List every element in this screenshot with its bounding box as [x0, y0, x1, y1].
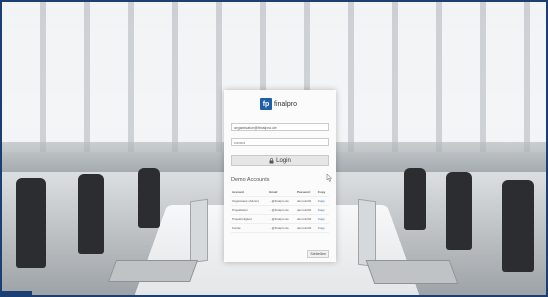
chair — [404, 168, 426, 230]
copy-button[interactable]: Copy — [316, 214, 329, 224]
table-header: Account — [231, 188, 269, 197]
login-button[interactable]: Login — [231, 155, 329, 166]
copy-button[interactable]: Copy — [316, 223, 329, 233]
account-name: Kunde — [231, 223, 269, 233]
table-header: Passwort — [295, 188, 317, 197]
laptop-keyboard — [365, 260, 459, 284]
account-name: Projektleiter — [231, 205, 269, 215]
chair — [16, 178, 46, 268]
frame-corner — [2, 291, 32, 295]
table-header-row: Account Email Passwort Copy — [231, 188, 329, 197]
lock-icon — [269, 157, 274, 163]
password-field[interactable]: •••••••• — [231, 138, 329, 146]
table-row: Projektleiter ...@finalpro.de demo1234 C… — [231, 205, 329, 215]
demo-accounts-title: Demo Accounts — [231, 177, 270, 183]
table-row: Organisator (Admin) ...@finalpro.de demo… — [231, 196, 329, 206]
account-password: demo1234 — [295, 196, 317, 206]
laptop-screen — [190, 198, 208, 264]
laptop-screen — [358, 198, 376, 268]
chair — [138, 168, 160, 228]
account-email: ...@finalpro.de — [268, 214, 296, 224]
table-row: Kunde ...@finalpro.de demo1234 Copy — [231, 223, 329, 233]
chair — [78, 174, 104, 254]
laptop-keyboard — [107, 260, 199, 282]
email-field[interactable]: organisator@finalpro.de — [231, 123, 329, 131]
chair — [446, 172, 472, 250]
close-button[interactable]: Schließen — [307, 250, 329, 258]
login-screen: fp finalpro organisator@finalpro.de ••••… — [0, 0, 548, 297]
copy-button[interactable]: Copy — [316, 196, 329, 206]
account-password: demo1234 — [295, 214, 317, 224]
account-email: ...@finalpro.de — [268, 205, 296, 215]
account-name: Projektmitglied — [231, 214, 269, 224]
chair — [502, 180, 534, 272]
account-password: demo1234 — [295, 205, 317, 215]
logo-text: finalpro — [274, 100, 297, 108]
account-name: Organisator (Admin) — [231, 196, 269, 206]
cursor-hand-icon — [326, 174, 332, 182]
account-password: demo1234 — [295, 223, 317, 233]
login-button-label: Login — [276, 157, 291, 164]
table-header: Email — [268, 188, 296, 197]
brand-logo: fp finalpro — [260, 98, 297, 110]
account-email: ...@finalpro.de — [268, 223, 296, 233]
login-card: fp finalpro organisator@finalpro.de ••••… — [224, 90, 336, 262]
copy-button[interactable]: Copy — [316, 205, 329, 215]
table-row: Projektmitglied ...@finalpro.de demo1234… — [231, 214, 329, 224]
table-header: Copy — [316, 188, 329, 197]
account-email: ...@finalpro.de — [268, 196, 296, 206]
demo-accounts-table: Account Email Passwort Copy Organisator … — [231, 188, 329, 233]
logo-mark: fp — [260, 98, 272, 110]
